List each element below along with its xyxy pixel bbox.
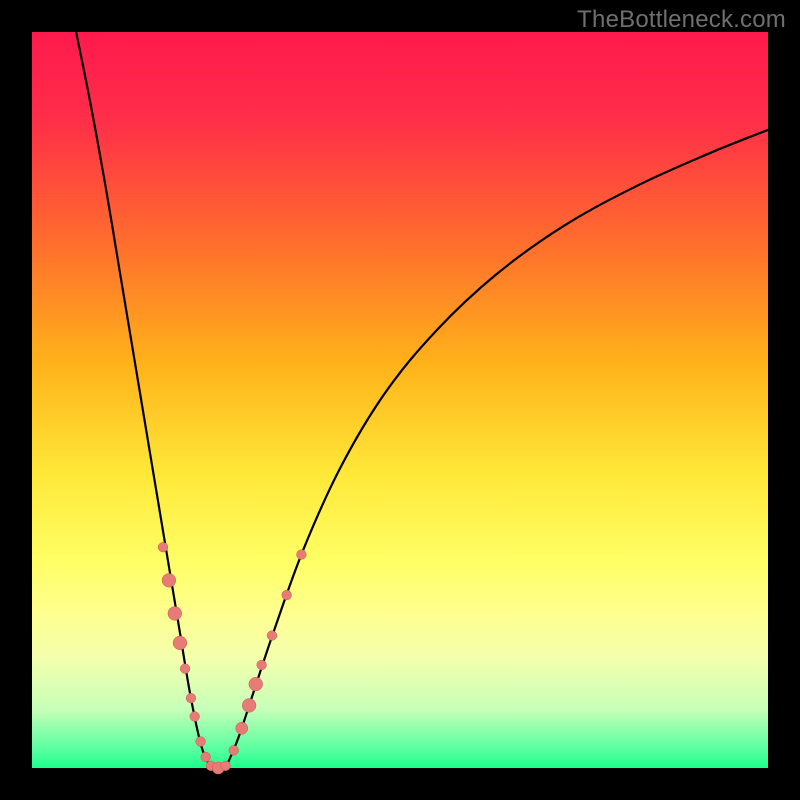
data-marker — [297, 550, 307, 560]
data-marker — [257, 660, 267, 670]
outer-frame: TheBottleneck.com — [0, 0, 800, 800]
data-marker — [242, 699, 256, 713]
data-marker — [282, 590, 292, 600]
curve-right-path — [226, 130, 768, 768]
data-marker — [221, 761, 231, 771]
data-marker — [168, 607, 182, 621]
data-marker — [158, 542, 168, 552]
data-marker — [236, 722, 248, 734]
data-marker — [196, 737, 206, 747]
data-marker — [186, 693, 196, 703]
markers-group — [158, 542, 306, 774]
data-marker — [249, 677, 263, 691]
chart-svg — [32, 32, 768, 768]
data-marker — [229, 745, 239, 755]
watermark-text: TheBottleneck.com — [577, 6, 786, 34]
data-marker — [173, 636, 187, 650]
data-marker — [267, 631, 277, 641]
data-marker — [201, 752, 211, 762]
data-marker — [162, 573, 176, 587]
data-marker — [180, 664, 190, 674]
curve-left-path — [76, 32, 211, 768]
data-marker — [190, 712, 200, 722]
